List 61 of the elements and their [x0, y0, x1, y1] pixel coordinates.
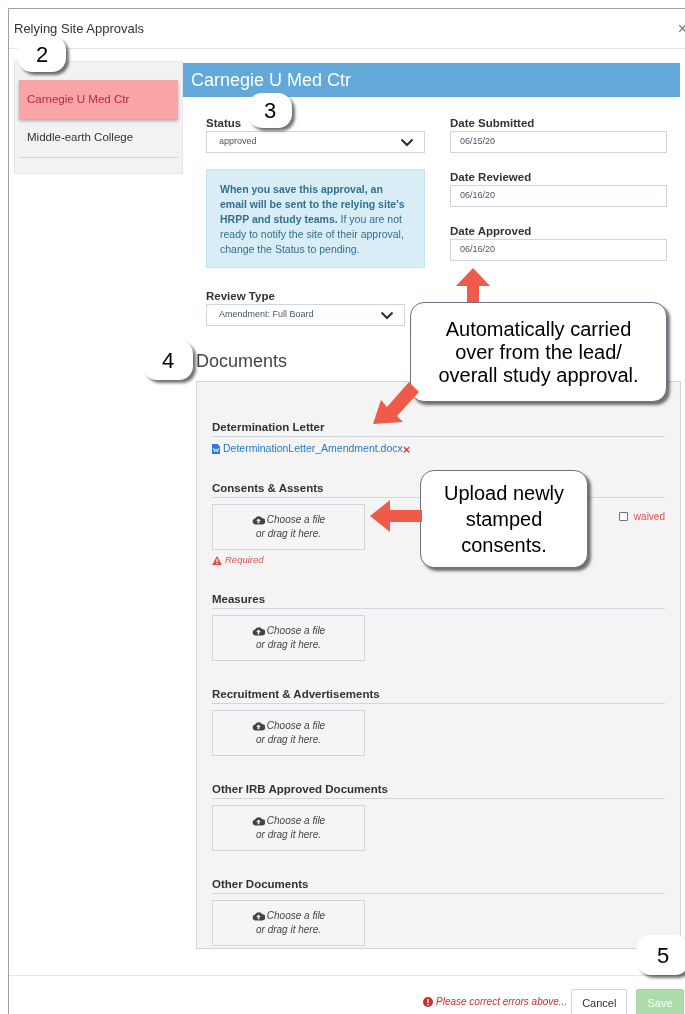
upload-prompt: Choose a file [266, 814, 326, 828]
field-label: Date Submitted [450, 116, 536, 131]
file-drop-zone[interactable]: Choose a file or drag it here. [212, 615, 365, 661]
step-badge: 4 [143, 340, 193, 380]
word-document-icon [212, 444, 220, 454]
field-label: Date Reviewed [450, 170, 533, 185]
date-field[interactable]: 06/16/20 [450, 185, 667, 207]
upload-prompt: Choose a file [266, 624, 326, 638]
cloud-upload-icon [251, 515, 265, 525]
upload-prompt: Choose a file [266, 909, 326, 923]
upload-prompt: Choose a file [266, 719, 326, 733]
cloud-upload-icon [251, 721, 265, 731]
field-label: Status [206, 116, 243, 131]
arrow-drawing [370, 500, 422, 532]
date-field[interactable]: 06/15/20 [450, 131, 667, 153]
cloud-upload-icon [251, 816, 265, 826]
callout-box: Automatically carried over from the lead/ overall study approval. [410, 302, 667, 402]
field-label: Date Approved [450, 224, 533, 239]
section-heading: Measures [212, 592, 665, 609]
error-icon [423, 996, 433, 1007]
cancel-button[interactable]: Cancel [571, 989, 628, 1014]
checkbox-label: waived [633, 509, 665, 524]
arrow-drawing [373, 382, 419, 424]
remove-file-button[interactable]: × [402, 442, 411, 456]
section-heading: Other Documents [212, 877, 665, 894]
upload-prompt: or drag it here. [255, 828, 321, 842]
select-dropdown[interactable]: approved [206, 131, 425, 153]
site-header: Carnegie U Med Ctr [183, 63, 680, 97]
step-badge: 2 [18, 36, 66, 72]
file-drop-zone[interactable]: Choose a file or drag it here. [212, 710, 365, 756]
select-dropdown[interactable]: Amendment: Full Board [206, 304, 405, 326]
upload-prompt: or drag it here. [255, 527, 321, 541]
upload-prompt: or drag it here. [255, 923, 321, 937]
close-button[interactable]: × [677, 16, 685, 41]
section-heading: Recruitment & Advertisements [212, 687, 665, 704]
upload-prompt: or drag it here. [255, 638, 321, 652]
field-label: Review Type [206, 289, 276, 304]
date-field[interactable]: 06/16/20 [450, 239, 667, 261]
window-title: Relying Site Approvals [14, 19, 145, 38]
upload-prompt: Choose a file [266, 513, 326, 527]
section-heading: Other IRB Approved Documents [212, 782, 665, 799]
file-drop-zone[interactable]: Choose a file or drag it here. [212, 504, 365, 550]
waived-checkbox[interactable] [618, 511, 628, 521]
warning-icon [212, 555, 222, 565]
chevron-down-icon [380, 310, 394, 320]
cloud-upload-icon [251, 911, 265, 921]
file-drop-zone[interactable]: Choose a file or drag it here. [212, 805, 365, 851]
callout-box: Upload newly stamped consents. [420, 470, 588, 568]
chevron-down-icon [400, 137, 414, 147]
error-message: Please correct errors above... [436, 995, 568, 1009]
required-message: Required [225, 552, 264, 567]
step-badge: 5 [637, 935, 685, 975]
arrow-drawing [456, 268, 490, 304]
file-link[interactable]: DeterminationLetter_Amendment.docx [223, 441, 403, 457]
cloud-upload-icon [251, 626, 265, 636]
info-box: When you save this approval, an email will be sent to the relying site's HRPP and study teams. If you are not ready to notify the site of their approval, change the Status to pending. [206, 169, 425, 268]
step-badge: 3 [248, 93, 292, 128]
section-title: Documents [196, 350, 288, 372]
upload-prompt: or drag it here. [255, 733, 321, 747]
file-drop-zone[interactable]: Choose a file or drag it here. [212, 900, 365, 946]
sidebar-item[interactable]: Middle-earth College [19, 119, 178, 158]
